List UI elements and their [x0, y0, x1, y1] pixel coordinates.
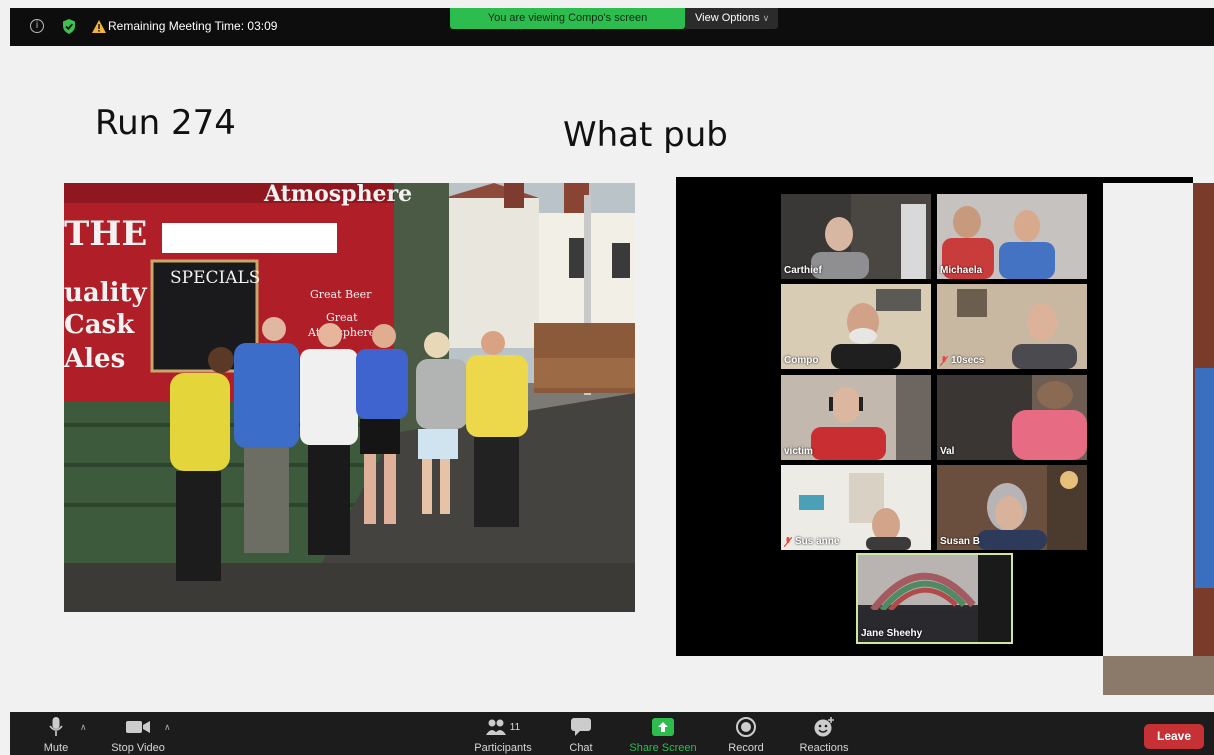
- stop-video-label: Stop Video: [111, 742, 165, 754]
- chat-button[interactable]: Chat: [560, 712, 602, 755]
- mute-label: Mute: [43, 742, 69, 754]
- active-speaker-tile[interactable]: Jane Sheehy: [856, 553, 1013, 644]
- video-options-chevron-icon[interactable]: ∧: [164, 722, 171, 733]
- share-screen-icon: [652, 716, 674, 738]
- sign-great-beer: Great Beer: [310, 288, 372, 301]
- view-options-label: View Options: [695, 12, 760, 24]
- participant-name: Sus anne: [784, 536, 839, 547]
- video-tile[interactable]: Sus anne: [781, 465, 931, 550]
- video-tile[interactable]: Michaela: [937, 194, 1087, 279]
- record-label: Record: [728, 742, 764, 754]
- video-tile[interactable]: 10secs: [937, 284, 1087, 369]
- sign-banner: Atmosphere: [263, 183, 412, 207]
- info-icon[interactable]: i: [30, 19, 44, 33]
- participant-name-text: 10secs: [951, 355, 985, 366]
- participants-button[interactable]: 11 Participants: [468, 712, 538, 755]
- view-options-button[interactable]: View Options ∨: [685, 8, 778, 29]
- video-tile[interactable]: victim: [781, 375, 931, 460]
- sign-ales: Ales: [64, 344, 125, 374]
- chat-icon: [571, 716, 591, 738]
- group-photo: THE uality Cask Ales SPECIALS Great Beer…: [64, 183, 635, 612]
- muted-mic-icon: [940, 355, 948, 366]
- sign-cask: Cask: [64, 310, 135, 340]
- microphone-icon: [49, 716, 63, 738]
- shield-icon[interactable]: [62, 19, 76, 34]
- share-screen-button[interactable]: Share Screen: [622, 712, 704, 755]
- video-tile[interactable]: Compo: [781, 284, 931, 369]
- mute-options-chevron-icon[interactable]: ∧: [80, 722, 87, 733]
- remaining-time-label: Remaining Meeting Time: 03:09: [108, 19, 278, 33]
- participants-icon: 11: [485, 716, 521, 738]
- sign-the: THE: [64, 214, 147, 254]
- participant-name: Susan B: [940, 536, 981, 547]
- slide-left-title: Run 274: [95, 103, 236, 143]
- participant-name: Michaela: [940, 265, 983, 276]
- chat-label: Chat: [569, 742, 593, 754]
- participant-name-text: Sus anne: [795, 536, 840, 547]
- reactions-button[interactable]: Reactions: [792, 712, 856, 755]
- sign-quality: uality: [64, 278, 148, 308]
- video-tile[interactable]: Val: [937, 375, 1087, 460]
- cropped-video-edge: [1103, 183, 1214, 695]
- mute-button[interactable]: Mute: [28, 712, 84, 755]
- viewing-screen-banner: You are viewing Compo's screen: [450, 8, 685, 29]
- participant-name: victim: [784, 446, 813, 457]
- participants-count: 11: [509, 721, 521, 733]
- record-button[interactable]: Record: [720, 712, 772, 755]
- runner-3: [300, 323, 358, 555]
- participants-label: Participants: [474, 742, 532, 754]
- video-tile[interactable]: Carthief: [781, 194, 931, 279]
- slide-right-title: What pub: [563, 115, 728, 155]
- participant-name: Carthief: [784, 265, 822, 276]
- muted-mic-icon: [784, 536, 792, 547]
- video-camera-icon: [126, 716, 150, 738]
- video-feed: [937, 375, 1087, 460]
- participant-name: Jane Sheehy: [861, 628, 923, 639]
- stop-video-button[interactable]: Stop Video: [102, 712, 174, 755]
- runner-6: [466, 331, 528, 527]
- record-icon: [736, 716, 756, 738]
- share-screen-label: Share Screen: [629, 742, 697, 754]
- reactions-label: Reactions: [799, 742, 849, 754]
- reactions-icon: [813, 716, 835, 738]
- participant-name: Val: [940, 446, 955, 457]
- zoom-window: i Remaining Meeting Time: 03:09 You are …: [0, 0, 1214, 755]
- chevron-down-icon: ∨: [762, 13, 770, 23]
- meeting-toolbar: Mute ∧ Stop Video ∧ 11 Participants Chat: [10, 712, 1214, 755]
- leave-button[interactable]: Leave: [1144, 724, 1204, 749]
- warning-icon: [92, 20, 106, 33]
- participant-name: Compo: [784, 355, 819, 366]
- participant-name: 10secs: [940, 355, 984, 366]
- sign-specials: SPECIALS: [170, 268, 260, 288]
- video-tile[interactable]: Susan B: [937, 465, 1087, 550]
- sign-great: Great: [326, 311, 358, 324]
